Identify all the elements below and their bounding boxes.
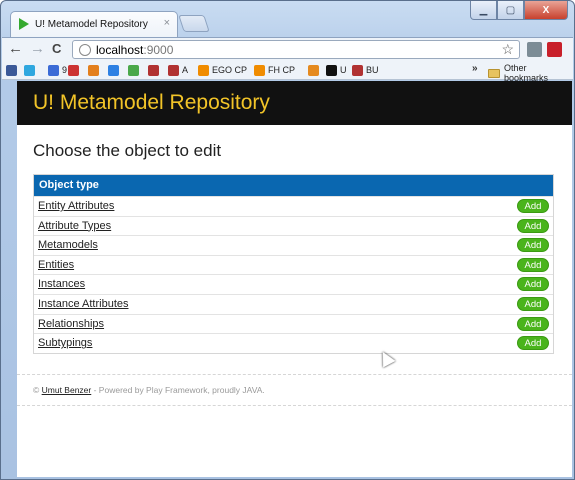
table-header: Object type [34, 175, 553, 196]
forward-button[interactable]: → [30, 41, 45, 57]
bookmark-label: U [340, 65, 347, 75]
add-button[interactable]: Add [517, 199, 549, 213]
table-row: Instances Add [34, 274, 553, 294]
table-body: Entity Attributes Add Attribute Types Add Me… [34, 196, 553, 353]
bookmark-label: 9 [62, 65, 68, 75]
page-info-icon[interactable] [79, 44, 91, 56]
object-type-link[interactable]: Entities [38, 259, 74, 271]
add-button[interactable]: Add [517, 277, 549, 292]
tab-close-icon[interactable]: × [164, 17, 170, 29]
app-title: U! Metamodel Repository [33, 91, 270, 114]
bookmark-favicon-icon [6, 64, 17, 76]
bookmark-item[interactable]: 9 [48, 63, 67, 77]
bookmark-favicon-icon [108, 64, 119, 76]
page-header: U! Metamodel Repository [17, 81, 572, 125]
table-row: Entities Add [34, 254, 553, 275]
bookmark-item[interactable] [108, 63, 122, 77]
bookmark-item[interactable] [88, 63, 102, 77]
title-bar: U! Metamodel Repository × ▁ ▢ X [1, 1, 574, 37]
object-type-link[interactable]: Metamodels [38, 239, 98, 251]
object-type-link[interactable]: Instances [38, 278, 85, 290]
new-tab-button[interactable] [178, 15, 210, 32]
bookmark-favicon-icon [48, 64, 59, 76]
add-button[interactable]: Add [517, 218, 549, 233]
bookmark-item[interactable] [24, 63, 38, 77]
url-text: localhost:9000 [96, 43, 173, 57]
other-bookmarks-label: Other bookmarks [504, 63, 549, 83]
object-type-link[interactable]: Entity Attributes [38, 200, 114, 212]
browser-tab[interactable]: U! Metamodel Repository × [10, 11, 178, 37]
bookmark-item[interactable]: EGO CP [198, 63, 247, 77]
page-viewport: U! Metamodel Repository Choose the objec… [17, 81, 572, 477]
add-button[interactable]: Add [517, 316, 549, 331]
author-link[interactable]: Umut Benzer [42, 385, 92, 395]
tab-title: U! Metamodel Repository [35, 19, 148, 30]
back-button[interactable]: ← [8, 41, 23, 57]
browser-window: U! Metamodel Repository × ▁ ▢ X ← → C lo… [0, 0, 575, 480]
table-row: Entity Attributes Add [34, 196, 553, 216]
bookmark-favicon-icon [352, 64, 363, 76]
bookmark-favicon-icon [128, 64, 139, 76]
close-window-button[interactable]: X [524, 1, 568, 20]
bookmark-item[interactable] [6, 63, 20, 77]
url-host: localhost [96, 43, 144, 57]
bookmark-favicon-icon [254, 64, 265, 76]
bookmark-item[interactable]: A [168, 63, 188, 77]
bookmark-favicon-icon [88, 64, 99, 76]
add-button[interactable]: Add [517, 336, 549, 351]
table-row: Metamodels Add [34, 235, 553, 255]
bookmark-item[interactable] [308, 63, 322, 77]
bookmark-item[interactable]: FH CP [254, 63, 295, 77]
bookmark-favicon-icon [308, 64, 319, 76]
bookmark-label: BU [366, 65, 379, 75]
bookmark-favicon-icon [168, 64, 179, 76]
object-type-link[interactable]: Subtypings [38, 337, 92, 349]
folder-icon [488, 68, 500, 78]
bookmark-item[interactable]: U [326, 63, 347, 77]
object-type-link[interactable]: Attribute Types [38, 220, 111, 232]
page-heading: Choose the object to edit [33, 141, 222, 160]
bookmark-star-icon[interactable]: ☆ [501, 41, 514, 58]
extension-icon[interactable] [547, 42, 562, 57]
bookmark-label: EGO CP [212, 65, 248, 75]
add-button[interactable]: Add [517, 257, 549, 272]
bookmark-label: A [182, 65, 189, 75]
add-button[interactable]: Add [517, 238, 549, 253]
bookmark-favicon-icon [24, 64, 35, 76]
maximize-button[interactable]: ▢ [497, 1, 524, 20]
other-bookmarks-folder[interactable]: Other bookmarks [488, 63, 573, 83]
reload-button[interactable]: C [52, 41, 61, 57]
footer-text: © Umut Benzer - Powered by Play Framewor… [33, 385, 265, 395]
bookmark-item[interactable] [148, 63, 162, 77]
minimize-button[interactable]: ▁ [470, 1, 497, 20]
bookmark-favicon-icon [198, 64, 209, 76]
bookmark-item[interactable] [68, 63, 82, 77]
bookmark-favicon-icon [148, 64, 159, 76]
add-button[interactable]: Add [517, 296, 549, 311]
table-row: Relationships Add [34, 313, 553, 334]
window-controls: ▁ ▢ X [470, 1, 568, 21]
url-port: :9000 [143, 43, 174, 57]
footer-powered-text: - Powered by Play Framework, proudly JAV… [91, 385, 265, 395]
copyright-symbol: © [33, 385, 40, 395]
table-row: Attribute Types Add [34, 215, 553, 236]
table-row: Instance Attributes Add [34, 293, 553, 314]
object-type-link[interactable]: Instance Attributes [38, 298, 129, 310]
address-bar[interactable]: localhost:9000 ☆ [72, 40, 520, 59]
play-favicon-icon [19, 18, 29, 30]
bookmark-item[interactable]: BU [352, 63, 379, 77]
bookmark-favicon-icon [68, 64, 79, 76]
object-type-table: Object type Entity Attributes Add Attribut… [33, 174, 554, 354]
bookmark-item[interactable] [128, 63, 142, 77]
extension-icon[interactable] [527, 42, 542, 57]
table-row: Subtypings Add [34, 333, 553, 353]
footer: © Umut Benzer - Powered by Play Framewor… [17, 374, 572, 406]
bookmarks-bar: 9 A EGO CP FH CP U BU » Other bookmarks [2, 60, 573, 83]
bookmark-favicon-icon [326, 64, 337, 76]
more-bookmarks-chevron-icon[interactable]: » [472, 63, 478, 74]
browser-toolbar: ← → C localhost:9000 ☆ [2, 37, 573, 60]
bookmark-label: FH CP [268, 65, 295, 75]
object-type-link[interactable]: Relationships [38, 318, 104, 330]
